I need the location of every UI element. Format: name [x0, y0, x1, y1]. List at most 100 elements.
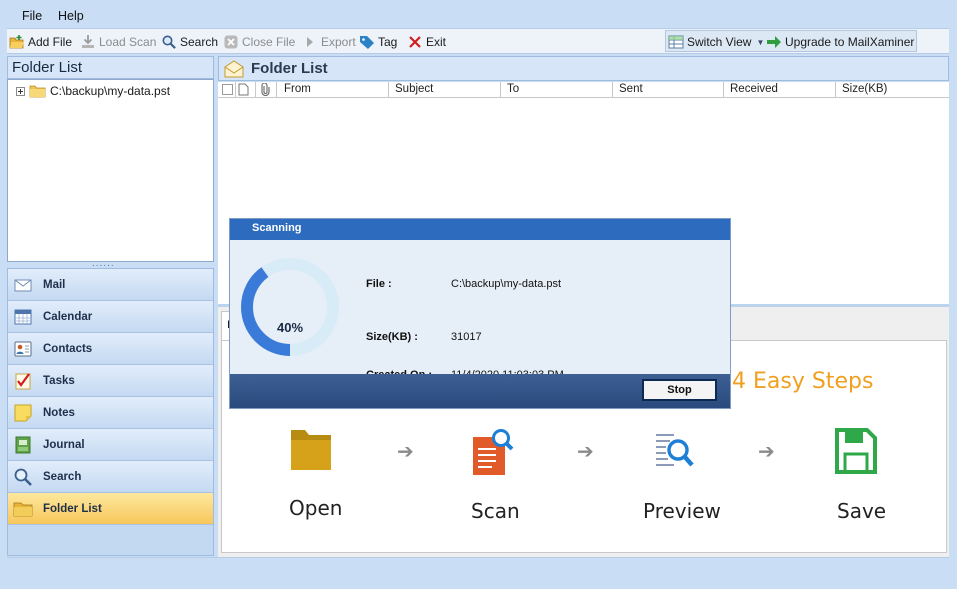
- status-bar: [7, 557, 949, 581]
- scan-document-icon: [471, 427, 515, 480]
- nav-item-label: Journal: [43, 438, 85, 451]
- journal-icon: [13, 435, 33, 455]
- dropdown-arrow-icon: ▼: [756, 37, 765, 47]
- load-scan-label: Load Scan: [99, 35, 157, 49]
- upgrade-button[interactable]: Upgrade to MailXaminer: [766, 33, 914, 51]
- file-label: File :: [366, 278, 392, 290]
- arrow-right-icon: ➔: [758, 441, 775, 463]
- column-header-from[interactable]: From: [284, 83, 311, 98]
- arrow-right-icon: ➔: [397, 441, 414, 463]
- toolbar: Add File Load Scan Search Close File Exp…: [7, 28, 949, 54]
- close-file-label: Close File: [242, 35, 296, 49]
- upgrade-arrow-icon: [766, 34, 782, 50]
- right-panel-title: Folder List: [251, 60, 328, 77]
- left-panel-header: Folder List: [7, 56, 214, 79]
- dialog-body: 40% File : C:\backup\my-data.pst Size(KB…: [230, 240, 730, 381]
- load-scan-button[interactable]: Load Scan: [80, 33, 156, 51]
- size-value: 31017: [451, 331, 482, 343]
- file-value: C:\backup\my-data.pst: [451, 278, 562, 290]
- search-icon: [161, 34, 177, 50]
- nav-item-journal[interactable]: Journal: [8, 429, 213, 461]
- nav-item-label: Notes: [43, 406, 75, 419]
- progress-percent: 40%: [277, 320, 304, 335]
- menu-file[interactable]: File: [22, 9, 42, 23]
- nav-item-label: Search: [43, 470, 82, 483]
- contacts-icon: [13, 339, 33, 359]
- nav-item-label: Tasks: [43, 374, 75, 387]
- switch-view-button[interactable]: Switch View ▼: [668, 33, 764, 51]
- nav-pane: Mail Calendar Contacts Tasks Notes Journ…: [7, 268, 214, 556]
- upgrade-label: Upgrade to MailXaminer: [785, 35, 915, 49]
- export-button[interactable]: Export: [302, 33, 356, 51]
- nav-item-search[interactable]: Search: [8, 461, 213, 493]
- column-header-sent[interactable]: Sent: [619, 83, 643, 98]
- nav-item-calendar[interactable]: Calendar: [8, 301, 213, 333]
- tag-icon: [359, 34, 375, 50]
- exit-x-icon: [407, 34, 423, 50]
- calendar-icon: [13, 307, 33, 327]
- open-envelope-icon: [224, 60, 244, 81]
- column-header-received[interactable]: Received: [730, 83, 778, 98]
- tasks-icon: [13, 371, 33, 391]
- nav-item-notes[interactable]: Notes: [8, 397, 213, 429]
- step-open-label: Open: [289, 496, 343, 520]
- menu-help[interactable]: Help: [58, 9, 84, 23]
- nav-item-folder-list[interactable]: Folder List: [8, 493, 213, 525]
- message-grid-header: From Subject To Sent Received Size(KB): [218, 82, 949, 98]
- close-file-button[interactable]: Close File: [223, 33, 295, 51]
- left-panel-title: Folder List: [12, 59, 83, 76]
- export-icon: [302, 34, 318, 50]
- step-save-label: Save: [837, 499, 887, 523]
- view-switch-group: Switch View ▼ Upgrade to MailXaminer: [665, 30, 917, 52]
- dialog-title: Scanning: [252, 222, 302, 234]
- notes-icon: [13, 403, 33, 423]
- grid-view-icon: [668, 34, 684, 50]
- select-all-checkbox[interactable]: [222, 84, 233, 95]
- folder-icon: [29, 84, 46, 98]
- attachment-icon: [261, 82, 270, 99]
- nav-item-tasks[interactable]: Tasks: [8, 365, 213, 397]
- add-file-label: Add File: [28, 35, 73, 49]
- open-folder-icon: [289, 426, 333, 477]
- save-floppy-icon: [834, 427, 878, 478]
- export-label: Export: [321, 35, 356, 49]
- expand-plus-icon[interactable]: [16, 86, 25, 96]
- load-scan-icon: [80, 34, 96, 50]
- close-file-icon: [223, 34, 239, 50]
- mail-icon: [13, 275, 33, 295]
- folder-icon: [13, 499, 33, 519]
- column-header-to[interactable]: To: [507, 83, 519, 98]
- search-button[interactable]: Search: [161, 33, 218, 51]
- progress-ring: [241, 258, 339, 356]
- size-label: Size(KB) :: [366, 331, 418, 343]
- preview-magnifier-icon: [654, 431, 696, 478]
- step-preview-label: Preview: [643, 499, 721, 523]
- step-scan-label: Scan: [471, 499, 520, 523]
- folder-tree: C:\backup\my-data.pst: [7, 79, 214, 262]
- switch-view-label: Switch View: [687, 35, 752, 49]
- nav-item-mail[interactable]: Mail: [8, 269, 213, 301]
- tag-button[interactable]: Tag: [359, 33, 397, 51]
- stop-button[interactable]: Stop: [642, 379, 717, 401]
- scanning-dialog: Scanning 40% File : C:\backup\my-data.ps…: [230, 219, 730, 408]
- menu-bar: File Help: [7, 4, 949, 28]
- nav-item-contacts[interactable]: Contacts: [8, 333, 213, 365]
- dialog-title-bar: Scanning: [230, 219, 730, 240]
- tree-node-label: C:\backup\my-data.pst: [50, 84, 171, 98]
- steps-heading: 4 Easy Steps: [732, 369, 874, 394]
- nav-item-label: Mail: [43, 278, 66, 291]
- arrow-right-icon: ➔: [577, 441, 594, 463]
- nav-item-label: Contacts: [43, 342, 93, 355]
- document-icon: [238, 83, 249, 99]
- add-file-button[interactable]: Add File: [9, 33, 72, 51]
- column-header-subject[interactable]: Subject: [395, 83, 433, 98]
- exit-label: Exit: [426, 35, 447, 49]
- search-label: Search: [180, 35, 219, 49]
- exit-button[interactable]: Exit: [407, 33, 446, 51]
- tree-node-pst[interactable]: C:\backup\my-data.pst: [16, 84, 170, 98]
- column-header-size[interactable]: Size(KB): [842, 83, 887, 98]
- open-folder-icon: [9, 34, 25, 50]
- nav-item-label: Folder List: [43, 502, 102, 515]
- tag-label: Tag: [378, 35, 398, 49]
- right-panel-header: Folder List: [218, 56, 949, 81]
